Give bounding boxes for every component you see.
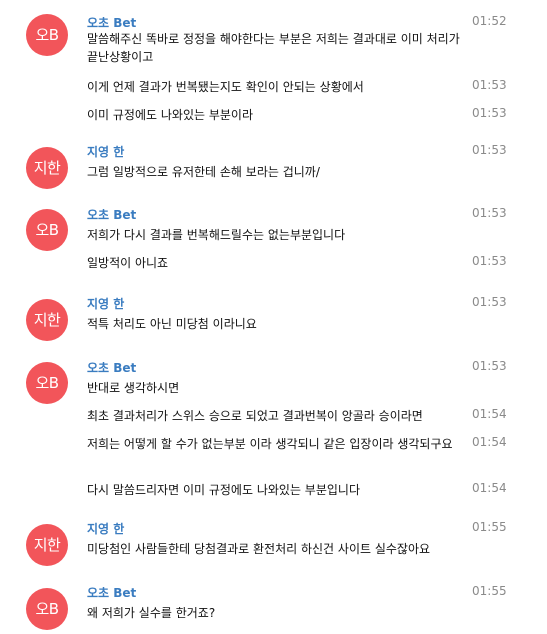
message-text: 저희는 어떻게 할 수가 없는부분 이라 생각되니 같은 입장이라 생각되구요	[87, 437, 453, 451]
avatar[interactable]: 지한	[26, 299, 68, 341]
avatar[interactable]: 지한	[26, 147, 68, 189]
message-timestamp: 01:53	[472, 78, 507, 92]
message-text: 일방적이 아니죠	[87, 256, 169, 270]
message-timestamp: 01:53	[472, 359, 507, 373]
sender-name[interactable]: 지영 한	[87, 295, 124, 312]
avatar[interactable]: 오B	[26, 209, 68, 251]
message-text: 이미 규정에도 나와있는 부분이라	[87, 108, 254, 122]
message-text: 다시 말씀드리자면 이미 규정에도 나와있는 부분입니다	[87, 483, 360, 497]
sender-name[interactable]: 지영 한	[87, 143, 124, 160]
message-timestamp: 01:53	[472, 106, 507, 120]
message-timestamp: 01:54	[472, 481, 507, 495]
message-text: 저희가 다시 결과를 번복해드릴수는 없는부분입니다	[87, 228, 346, 242]
message-timestamp: 01:55	[472, 584, 507, 598]
message-timestamp: 01:54	[472, 407, 507, 421]
message-text: 그럼 일방적으로 유저한테 손해 보라는 겁니까/	[87, 165, 320, 179]
sender-name[interactable]: 오초 Bet	[87, 584, 136, 601]
message-text: 미당첨인 사람들한테 당첨결과로 환전처리 하신건 사이트 실수잖아요	[87, 542, 431, 556]
message-timestamp: 01:54	[472, 435, 507, 449]
avatar[interactable]: 지한	[26, 524, 68, 566]
message-text: 이게 언제 결과가 번복됐는지도 확인이 안되는 상황에서	[87, 80, 364, 94]
message-timestamp: 01:55	[472, 520, 507, 534]
avatar[interactable]: 오B	[26, 14, 68, 56]
message-text: 적특 처리도 아닌 미당첨 이라니요	[87, 317, 257, 331]
sender-name[interactable]: 오초 Bet	[87, 359, 136, 376]
avatar[interactable]: 오B	[26, 588, 68, 630]
message-timestamp: 01:53	[472, 206, 507, 220]
message-timestamp: 01:53	[472, 295, 507, 309]
message-text: 반대로 생각하시면	[87, 381, 180, 395]
message-text: 최초 결과처리가 스위스 승으로 되었고 결과번복이 앙골라 승이라면	[87, 409, 423, 423]
message-timestamp: 01:53	[472, 143, 507, 157]
sender-name[interactable]: 오초 Bet	[87, 206, 136, 223]
message-text: 말씀해주신 똑바로 정정을 해야한다는 부분은 저희는 결과대로 이미 처리가 …	[87, 32, 460, 64]
sender-name[interactable]: 오초 Bet	[87, 14, 136, 31]
sender-name[interactable]: 지영 한	[87, 520, 124, 537]
message-timestamp: 01:52	[472, 14, 507, 28]
avatar[interactable]: 오B	[26, 362, 68, 404]
message-text: 왜 저희가 실수를 한거죠?	[87, 606, 216, 620]
message-timestamp: 01:53	[472, 254, 507, 268]
